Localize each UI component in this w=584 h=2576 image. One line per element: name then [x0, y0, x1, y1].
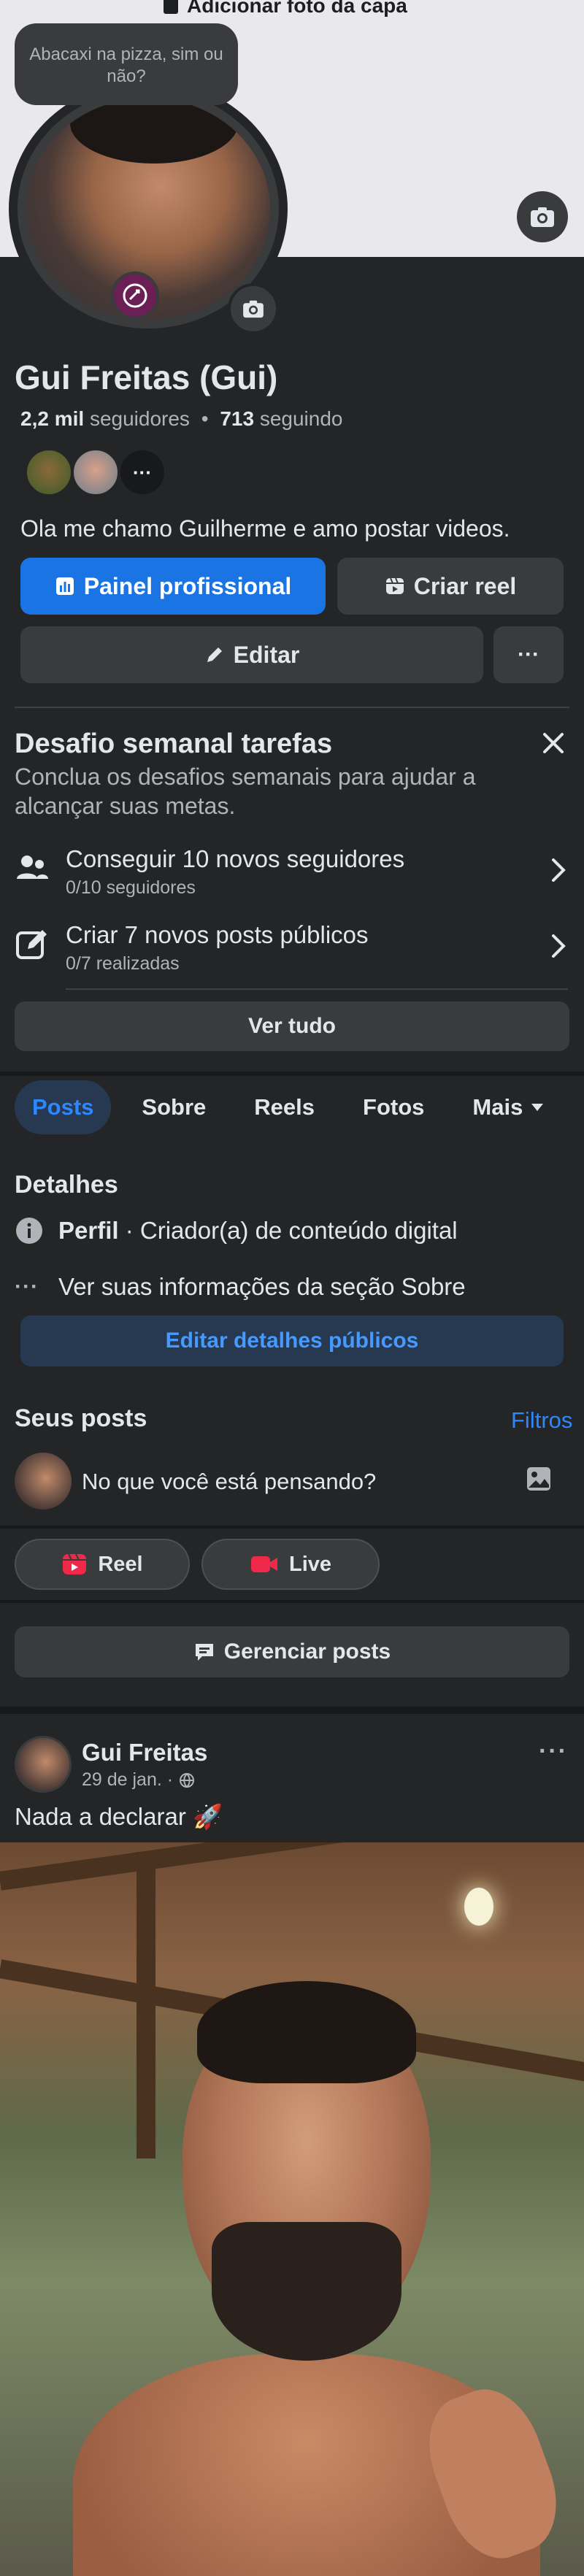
- composer-input[interactable]: No que você está pensando?: [82, 1469, 376, 1495]
- live-button[interactable]: Live: [201, 1539, 380, 1590]
- task-title: Criar 7 novos posts públicos: [66, 921, 369, 948]
- task-progress: 0/7 realizadas: [66, 953, 180, 974]
- post-author-avatar[interactable]: [15, 1736, 72, 1793]
- profile-stats[interactable]: 2,2 mil seguidores • 713 seguindo: [20, 407, 342, 431]
- followers-label: seguidores: [89, 407, 190, 430]
- creator-badge-icon: [111, 272, 159, 320]
- info-icon: [16, 1218, 42, 1244]
- compose-icon: [16, 930, 47, 959]
- tab-more[interactable]: Mais: [455, 1080, 562, 1134]
- create-reel-button[interactable]: Criar reel: [337, 558, 564, 615]
- profile-name: Gui Freitas (Gui): [15, 358, 278, 396]
- challenge-title: Desafio semanal tarefas: [15, 728, 333, 759]
- note-text: Abacaxi na pizza, sim ou não?: [29, 45, 223, 86]
- see-all-button[interactable]: Ver tudo: [15, 1001, 569, 1051]
- stats-separator: •: [201, 407, 209, 430]
- pencil-icon: [207, 647, 222, 662]
- profile-bio: Ola me chamo Guilherme e amo postar vide…: [20, 515, 510, 542]
- more-dots-icon: ···: [15, 1274, 39, 1299]
- more-options-button[interactable]: ···: [493, 626, 564, 683]
- reel-icon: [385, 577, 404, 594]
- add-cover-label: Adicionar foto da capa: [187, 0, 407, 17]
- chevron-right-icon: [552, 858, 566, 882]
- following-count: 713: [220, 407, 255, 430]
- tab-reels[interactable]: Reels: [237, 1080, 332, 1134]
- chevron-right-icon: [552, 934, 566, 958]
- people-icon: [17, 856, 48, 879]
- post-meta: 29 de jan. ·: [82, 1769, 195, 1791]
- photo-icon[interactable]: [526, 1466, 552, 1492]
- your-posts-title: Seus posts: [15, 1404, 147, 1432]
- friend-avatar[interactable]: [25, 448, 73, 496]
- profile-tabs: Posts Sobre Reels Fotos Mais: [15, 1080, 562, 1134]
- composer-avatar: [15, 1453, 72, 1510]
- tab-photos[interactable]: Fotos: [345, 1080, 442, 1134]
- section-separator: [0, 1600, 584, 1603]
- chat-settings-icon: [195, 1644, 213, 1661]
- tab-posts[interactable]: Posts: [15, 1080, 112, 1134]
- see-about-info-link[interactable]: ··· Ver suas informações da seção Sobre: [15, 1273, 466, 1301]
- divider: [15, 707, 569, 708]
- manage-posts-button[interactable]: Gerenciar posts: [15, 1626, 569, 1677]
- friends-avatars[interactable]: ···: [25, 448, 166, 496]
- edit-profile-button[interactable]: Editar: [20, 626, 483, 683]
- task-progress: 0/10 seguidores: [66, 877, 196, 898]
- filters-link[interactable]: Filtros: [511, 1407, 572, 1434]
- edit-public-details-button[interactable]: Editar detalhes públicos: [20, 1315, 564, 1366]
- details-title: Detalhes: [15, 1171, 118, 1199]
- post-photo[interactable]: [0, 1842, 584, 2576]
- details-profile-label: Perfil: [58, 1217, 119, 1244]
- section-separator: [0, 1526, 584, 1529]
- section-separator: [0, 1072, 584, 1076]
- reel-button[interactable]: Reel: [15, 1539, 190, 1590]
- tab-about[interactable]: Sobre: [124, 1080, 223, 1134]
- details-profile-row: Perfil · Criador(a) de conteúdo digital: [15, 1216, 458, 1245]
- post-options-button[interactable]: ···: [539, 1737, 568, 1766]
- lamp: [464, 1888, 493, 1926]
- reel-icon: [63, 1553, 87, 1575]
- post-text: Nada a declarar 🚀: [15, 1803, 223, 1830]
- friend-avatar[interactable]: [72, 448, 120, 496]
- following-label: seguindo: [259, 407, 343, 430]
- add-cover-photo-button[interactable]: Adicionar foto da capa: [164, 0, 407, 18]
- close-icon[interactable]: [537, 727, 569, 759]
- dashboard-icon: [55, 577, 74, 595]
- challenge-task-posts[interactable]: Criar 7 novos posts públicos 0/7 realiza…: [15, 921, 569, 994]
- post-date[interactable]: 29 de jan. ·: [82, 1769, 173, 1791]
- avatar-camera-button[interactable]: [228, 283, 279, 334]
- more-friends-button[interactable]: ···: [118, 448, 166, 496]
- challenge-task-followers[interactable]: Conseguir 10 novos seguidores 0/10 segui…: [15, 845, 569, 918]
- followers-count: 2,2 mil: [20, 407, 85, 430]
- task-title: Conseguir 10 novos seguidores: [66, 845, 405, 872]
- professional-dashboard-button[interactable]: Painel profissional: [20, 558, 326, 615]
- camera-icon: [243, 300, 264, 318]
- note-bubble[interactable]: Abacaxi na pizza, sim ou não?: [15, 23, 238, 105]
- caret-down-icon: [531, 1104, 544, 1111]
- cover-camera-button[interactable]: [517, 191, 568, 242]
- section-separator: [0, 1707, 584, 1714]
- camera-icon: [531, 207, 554, 227]
- details-profile-value: · Criador(a) de conteúdo digital: [118, 1217, 458, 1244]
- challenge-subtitle: Conclua os desafios semanais para ajudar…: [15, 764, 476, 819]
- globe-icon: [180, 1772, 195, 1788]
- add-photo-icon: [164, 0, 178, 14]
- profile-avatar[interactable]: [9, 80, 288, 337]
- live-video-icon: [250, 1556, 277, 1572]
- divider: [66, 988, 568, 990]
- post-author-name[interactable]: Gui Freitas: [82, 1739, 207, 1766]
